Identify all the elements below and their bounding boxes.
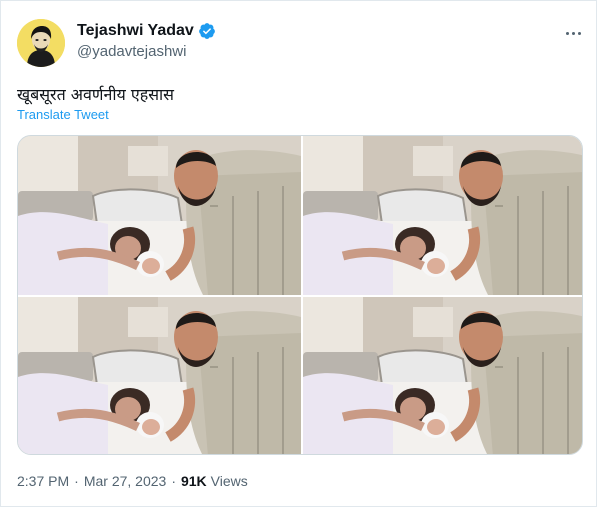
photo-newborn-icon xyxy=(18,297,301,454)
meta-separator: · xyxy=(74,473,79,489)
verified-badge-icon xyxy=(198,22,216,40)
tweet-date[interactable]: Mar 27, 2023 xyxy=(84,473,167,489)
photo-newborn-icon xyxy=(18,136,301,295)
tweet-text: खूबसूरत अवर्णनीय एहसास xyxy=(17,85,174,104)
meta-separator: · xyxy=(171,473,176,489)
photo-1[interactable] xyxy=(18,136,301,295)
author-name-row: Tejashwi Yadav xyxy=(77,21,216,41)
translate-tweet-link[interactable]: Translate Tweet xyxy=(17,107,109,122)
views-count: 91K xyxy=(180,473,207,489)
author-name[interactable]: Tejashwi Yadav xyxy=(77,22,194,40)
avatar-image xyxy=(17,19,65,67)
more-options-icon[interactable] xyxy=(561,23,585,43)
photo-2[interactable] xyxy=(303,136,582,295)
media-grid xyxy=(17,135,583,455)
tweet-time[interactable]: 2:37 PM xyxy=(17,473,69,489)
views-label: Views xyxy=(210,473,248,489)
photo-newborn-icon xyxy=(303,136,582,295)
photo-newborn-icon xyxy=(303,297,582,454)
author-handle[interactable]: @yadavtejashwi xyxy=(77,43,186,60)
author-avatar[interactable] xyxy=(17,19,65,67)
photo-3[interactable] xyxy=(18,297,301,454)
tweet-meta: 2:37 PM · Mar 27, 2023 · 91K Views xyxy=(17,473,248,489)
tweet-card: Tejashwi Yadav @yadavtejashwi खूबसूरत अव… xyxy=(0,0,597,507)
photo-4[interactable] xyxy=(303,297,582,454)
